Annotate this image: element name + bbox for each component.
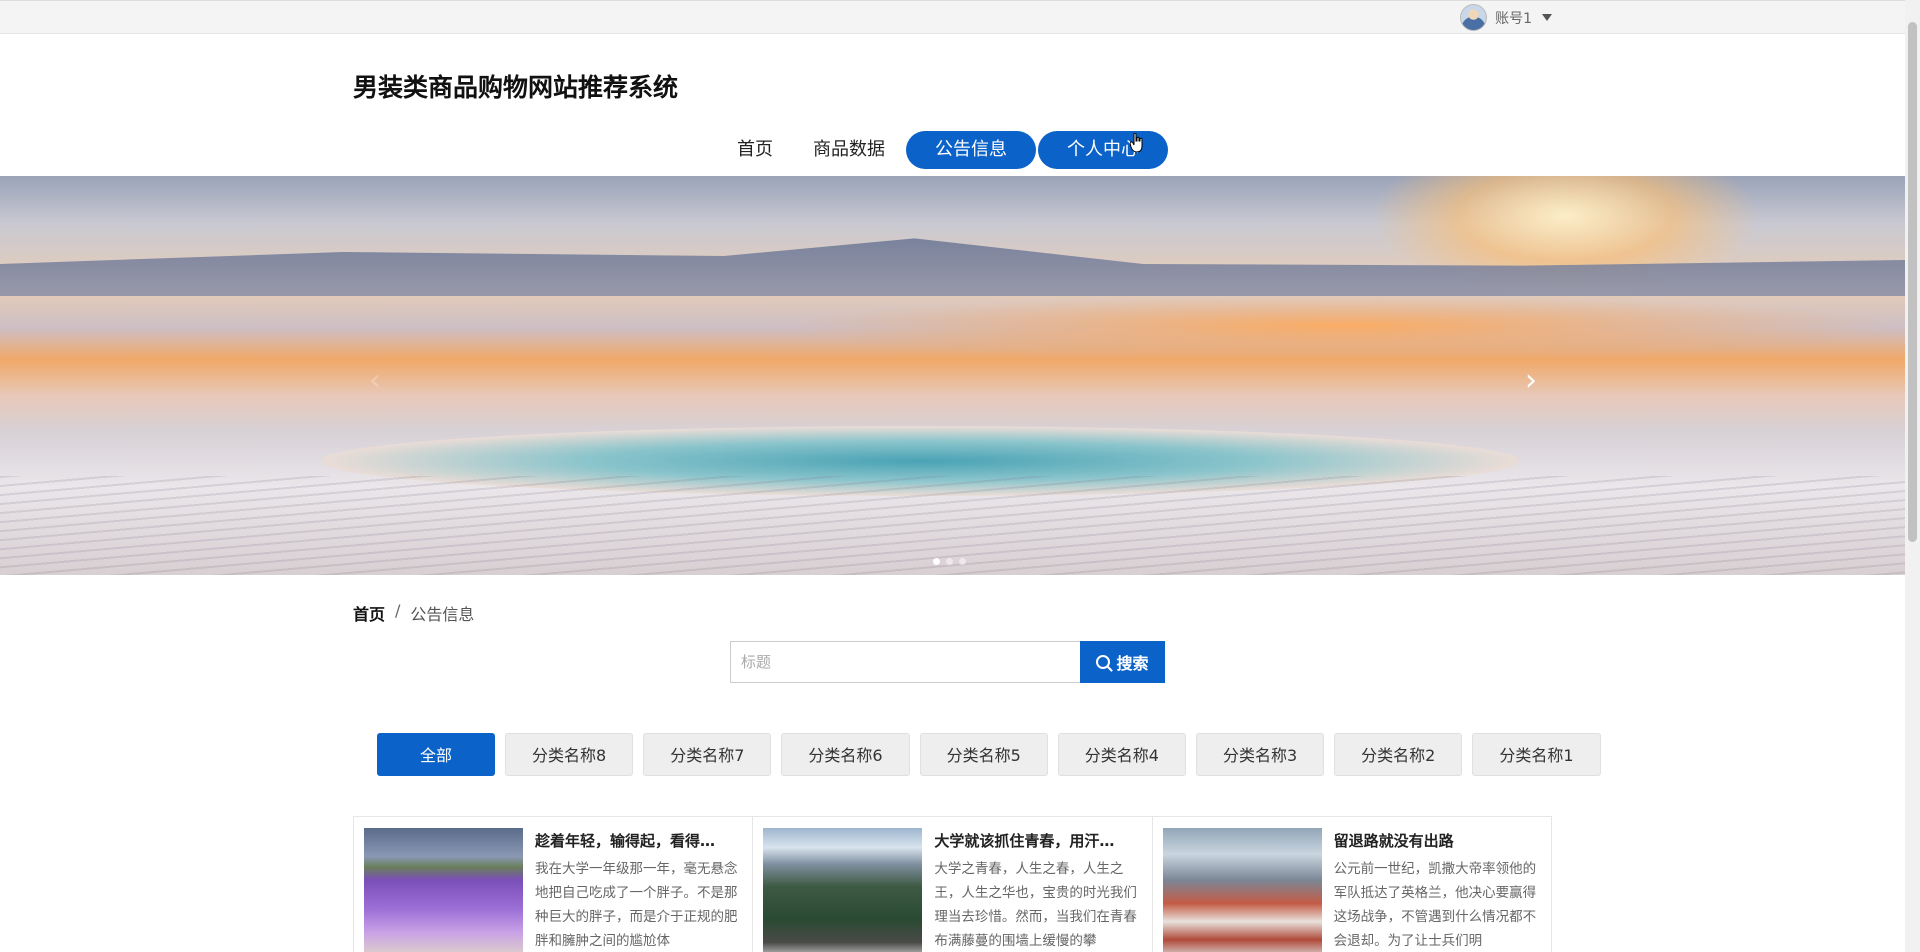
page-scrollbar[interactable]: [1905, 0, 1920, 952]
category-filter: 全部 分类名称8 分类名称7 分类名称6 分类名称5 分类名称4 分类名称3 分…: [377, 733, 1601, 776]
banner-carousel[interactable]: ‹ ›: [0, 176, 1905, 575]
caret-down-icon[interactable]: [1542, 14, 1552, 21]
announcement-body: 留退路就没有出路 公元前一世纪，凯撒大帝率领他的军队抵达了英格兰，他决心要赢得这…: [1334, 828, 1541, 952]
announcement-image[interactable]: [1162, 828, 1322, 952]
announcement-title[interactable]: 留退路就没有出路: [1334, 830, 1541, 851]
carousel-dots: [933, 558, 966, 565]
category-item[interactable]: 分类名称4: [1057, 733, 1186, 776]
search-button[interactable]: 搜索: [1080, 641, 1165, 683]
category-all[interactable]: 全部: [377, 733, 496, 776]
account-label[interactable]: 账号1: [1495, 8, 1532, 28]
carousel-dot[interactable]: [946, 558, 953, 565]
announcement-body: 大学就该抓住青春，用汗… 大学之青春，人生之春，人生之王，人生之华也，宝贵的时光…: [934, 828, 1141, 952]
search-bar: 搜索: [730, 641, 1165, 683]
announcement-list: 趁着年轻，输得起，看得… 我在大学一年级那一年，毫无悬念地把自己吃成了一个胖子。…: [353, 816, 1552, 952]
search-button-label: 搜索: [1116, 654, 1149, 673]
chevron-left-icon[interactable]: ‹: [360, 366, 390, 396]
announcement-image[interactable]: [364, 828, 523, 952]
announcement-excerpt: 公元前一世纪，凯撒大帝率领他的军队抵达了英格兰，他决心要赢得这场战争，不管遇到什…: [1333, 861, 1537, 949]
category-item[interactable]: 分类名称8: [505, 733, 634, 776]
announcement-image[interactable]: [763, 828, 923, 952]
announcement-body: 趁着年轻，输得起，看得… 我在大学一年级那一年，毫无悬念地把自己吃成了一个胖子。…: [535, 828, 742, 952]
carousel-dot[interactable]: [933, 558, 940, 565]
category-item[interactable]: 分类名称5: [919, 733, 1048, 776]
avatar[interactable]: [1460, 4, 1488, 31]
main-nav: 首页 商品数据 公告信息 个人中心: [718, 131, 1168, 169]
breadcrumb-home[interactable]: 首页: [353, 601, 385, 625]
top-bar: 账号1: [0, 0, 1905, 34]
carousel-dot[interactable]: [959, 558, 966, 565]
announcement-excerpt: 大学之青春，人生之春，人生之王，人生之华也，宝贵的时光我们理当去珍惜。然而，当我…: [934, 861, 1137, 949]
banner-glow: [780, 296, 1905, 356]
search-input[interactable]: [730, 641, 1080, 683]
site-title: 男装类商品购物网站推荐系统: [353, 73, 679, 102]
announcement-title[interactable]: 趁着年轻，输得起，看得…: [535, 830, 742, 851]
category-item[interactable]: 分类名称7: [643, 733, 772, 776]
announcement-card[interactable]: 大学就该抓住青春，用汗… 大学之青春，人生之春，人生之王，人生之华也，宝贵的时光…: [753, 817, 1153, 952]
account-menu[interactable]: 账号1: [1460, 4, 1552, 31]
category-item[interactable]: 分类名称1: [1472, 733, 1601, 776]
announcement-title[interactable]: 大学就该抓住青春，用汗…: [934, 830, 1141, 851]
nav-item-profile[interactable]: 个人中心: [1038, 131, 1168, 169]
breadcrumb: 首页 / 公告信息: [353, 601, 474, 625]
announcement-card[interactable]: 留退路就没有出路 公元前一世纪，凯撒大帝率领他的军队抵达了英格兰，他决心要赢得这…: [1153, 817, 1551, 952]
nav-item-announcements[interactable]: 公告信息: [906, 131, 1036, 169]
announcement-excerpt: 我在大学一年级那一年，毫无悬念地把自己吃成了一个胖子。不是那种巨大的胖子，而是介…: [535, 861, 738, 949]
chevron-right-icon[interactable]: ›: [1516, 366, 1546, 396]
search-icon: [1096, 655, 1111, 669]
breadcrumb-separator: /: [395, 601, 401, 620]
mouse-cursor-icon: [1130, 133, 1143, 153]
category-item[interactable]: 分类名称3: [1195, 733, 1325, 776]
scrollbar-thumb[interactable]: [1908, 22, 1917, 542]
nav-item-products[interactable]: 商品数据: [794, 131, 904, 169]
nav-item-home[interactable]: 首页: [718, 131, 792, 169]
breadcrumb-current: 公告信息: [410, 605, 475, 624]
category-item[interactable]: 分类名称2: [1334, 733, 1463, 776]
category-item[interactable]: 分类名称6: [781, 733, 910, 776]
announcement-card[interactable]: 趁着年轻，输得起，看得… 我在大学一年级那一年，毫无悬念地把自己吃成了一个胖子。…: [354, 817, 754, 952]
